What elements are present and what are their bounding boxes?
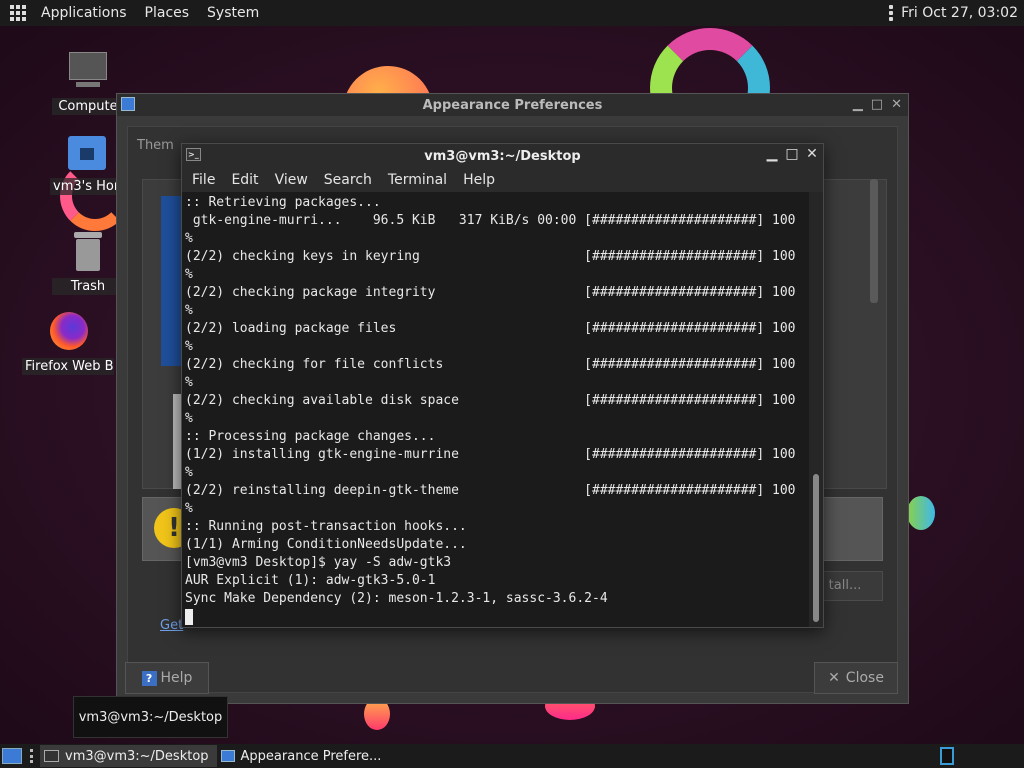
panel-handle-icon[interactable] (30, 749, 34, 763)
top-panel: Applications Places System Fri Oct 27, 0… (0, 0, 1024, 26)
firefox-icon (46, 310, 90, 354)
trash-icon (66, 230, 110, 274)
terminal-line: (2/2) checking package integrity [######… (185, 285, 796, 300)
taskbar-tooltip: vm3@vm3:~/Desktop (73, 696, 228, 738)
minimize-icon[interactable]: ▁ (853, 97, 863, 112)
terminal-line: % (185, 465, 193, 480)
terminal-line: :: Running post-transaction hooks... (185, 519, 467, 534)
terminal-menubar: File Edit View Search Terminal Help (182, 168, 823, 192)
terminal-menu-help[interactable]: Help (455, 172, 503, 188)
home-folder-icon (64, 130, 108, 174)
terminal-titlebar[interactable]: >_ vm3@vm3:~/Desktop ▁ □ ✕ (182, 144, 823, 168)
top-panel-right: Fri Oct 27, 03:02 (889, 5, 1024, 21)
taskbar-item-appearance[interactable]: Appearance Prefere... (217, 745, 390, 767)
terminal-line: % (185, 231, 193, 246)
terminal-line: % (185, 339, 193, 354)
computer-icon (66, 50, 110, 94)
desktop-icon-label: Firefox Web Br (22, 358, 114, 375)
appearance-tab-theme[interactable]: Them (137, 138, 174, 153)
help-button[interactable]: ? Help (125, 662, 209, 694)
menu-places[interactable]: Places (136, 5, 199, 21)
get-more-themes-link[interactable]: Get (160, 618, 183, 633)
appearance-app-icon (220, 750, 235, 762)
terminal-line: Sync Make Dependency (2): meson-1.2.3-1,… (185, 591, 608, 606)
wallpaper-small-blob (907, 496, 935, 530)
terminal-output[interactable]: :: Retrieving packages... gtk-engine-mur… (182, 192, 811, 627)
menu-applications[interactable]: Applications (32, 5, 136, 21)
close-button-label: Close (845, 670, 884, 686)
terminal-line: (2/2) loading package files [###########… (185, 321, 796, 336)
terminal-line: (2/2) checking available disk space [###… (185, 393, 796, 408)
help-button-label: Help (160, 670, 193, 686)
terminal-line: :: Processing package changes... (185, 429, 436, 444)
terminal-menu-edit[interactable]: Edit (223, 172, 266, 188)
close-button[interactable]: ✕ Close (814, 662, 898, 694)
terminal-line: AUR Explicit (1): adw-gtk3-5.0-1 (185, 573, 436, 588)
terminal-menu-file[interactable]: File (184, 172, 223, 188)
terminal-line: % (185, 501, 193, 516)
taskbar-item-label: vm3@vm3:~/Desktop (65, 748, 209, 764)
terminal-cursor (185, 608, 193, 625)
terminal-line: % (185, 375, 193, 390)
theme-list-scrollbar[interactable] (870, 179, 878, 303)
terminal-line: (2/2) checking for file conflicts [#####… (185, 357, 796, 372)
terminal-app-icon (44, 750, 59, 762)
taskbar-item-terminal[interactable]: vm3@vm3:~/Desktop (40, 745, 217, 767)
maximize-icon[interactable]: □ (785, 146, 799, 162)
clock[interactable]: Fri Oct 27, 03:02 (901, 5, 1018, 21)
theme-preview-selected[interactable] (161, 196, 183, 366)
desktop-icon-firefox[interactable]: Firefox Web Br (22, 310, 114, 375)
terminal-line: :: Retrieving packages... (185, 195, 381, 210)
desktop-icon-trash[interactable]: Trash (52, 230, 124, 295)
appearance-window-title: Appearance Preferences (422, 97, 603, 113)
desktop-icon-label: vm3's Hom (50, 178, 122, 195)
close-icon[interactable]: ✕ (805, 146, 819, 162)
desktop-icon-label: Trash (52, 278, 124, 295)
desktop-icon-computer[interactable]: Compute (52, 50, 124, 115)
appearance-titlebar[interactable]: Appearance Preferences ▁ □ ✕ (117, 94, 908, 116)
panel-handle-icon[interactable] (889, 5, 894, 21)
terminal-menu-terminal[interactable]: Terminal (380, 172, 455, 188)
terminal-line: [vm3@vm3 Desktop]$ yay -S adw-gtk3 (185, 555, 452, 570)
terminal-line: (1/2) installing gtk-engine-murrine [###… (185, 447, 796, 462)
terminal-window-controls: ▁ □ ✕ (765, 146, 819, 162)
minimize-icon[interactable]: ▁ (765, 146, 779, 162)
terminal-line: % (185, 303, 193, 318)
terminal-menu-view[interactable]: View (267, 172, 316, 188)
terminal-line: gtk-engine-murri... 96.5 KiB 317 KiB/s 0… (185, 213, 796, 228)
terminal-menu-search[interactable]: Search (316, 172, 380, 188)
bottom-panel: vm3@vm3:~/Desktop Appearance Prefere... (0, 744, 1024, 768)
terminal-scrollbar-thumb[interactable] (813, 474, 819, 622)
terminal-window: >_ vm3@vm3:~/Desktop ▁ □ ✕ File Edit Vie… (181, 143, 824, 628)
maximize-icon[interactable]: □ (871, 97, 883, 112)
close-icon[interactable]: ✕ (891, 97, 902, 112)
desktop-icon-home[interactable]: vm3's Hom (50, 130, 122, 195)
terminal-line: % (185, 267, 193, 282)
terminal-line: % (185, 411, 193, 426)
applications-grid-icon[interactable] (10, 5, 26, 21)
close-x-icon: ✕ (828, 670, 840, 686)
desktop-icon-label: Compute (52, 98, 124, 115)
terminal-window-title: vm3@vm3:~/Desktop (424, 148, 581, 164)
terminal-line: (1/1) Arming ConditionNeedsUpdate... (185, 537, 467, 552)
taskbar-item-label: Appearance Prefere... (240, 748, 382, 764)
show-desktop-icon[interactable] (2, 748, 22, 764)
appearance-app-icon (121, 97, 135, 111)
appearance-window-controls: ▁ □ ✕ (853, 97, 902, 112)
help-icon: ? (141, 670, 157, 686)
terminal-app-icon: >_ (186, 148, 201, 161)
menu-system[interactable]: System (198, 5, 268, 21)
terminal-line: (2/2) checking keys in keyring [########… (185, 249, 796, 264)
terminal-line: (2/2) reinstalling deepin-gtk-theme [###… (185, 483, 796, 498)
terminal-cursor-line (185, 608, 811, 626)
workspace-switcher-icon[interactable] (940, 747, 954, 765)
